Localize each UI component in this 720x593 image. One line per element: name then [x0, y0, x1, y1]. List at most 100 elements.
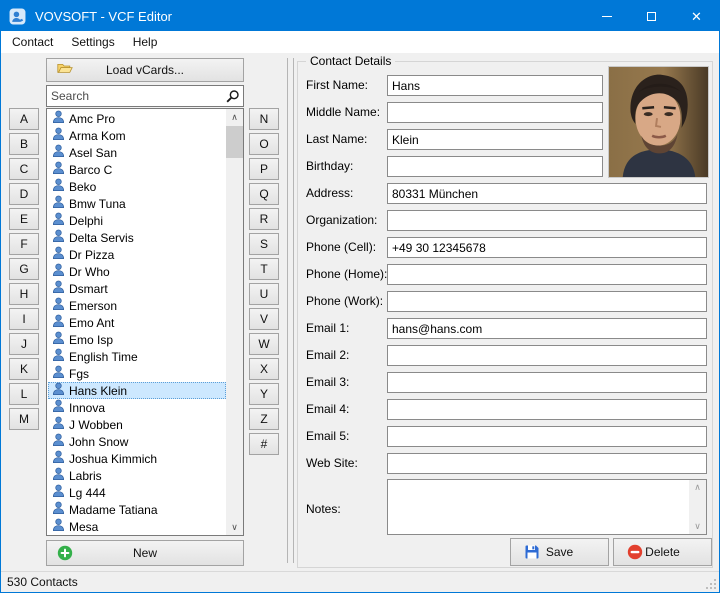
list-item-bmw-tuna[interactable]: Bmw Tuna: [48, 195, 226, 212]
list-item-dsmart[interactable]: Dsmart: [48, 280, 226, 297]
list-item-dr-who[interactable]: Dr Who: [48, 263, 226, 280]
list-item-beko[interactable]: Beko: [48, 178, 226, 195]
list-item-dr-pizza[interactable]: Dr Pizza: [48, 246, 226, 263]
phone-home-field[interactable]: [387, 264, 707, 285]
list-item-emo-ant[interactable]: Emo Ant: [48, 314, 226, 331]
menu-item-help[interactable]: Help: [124, 31, 167, 53]
list-item-barco-c[interactable]: Barco C: [48, 161, 226, 178]
scroll-up-icon[interactable]: ∧: [689, 480, 706, 495]
organization-field[interactable]: [387, 210, 707, 231]
notes-field[interactable]: [388, 480, 706, 534]
alpha-button-item[interactable]: #: [249, 433, 279, 455]
load-vcards-button[interactable]: Load vCards...: [46, 58, 244, 82]
list-item-j-wobben[interactable]: J Wobben: [48, 416, 226, 433]
list-item-innova[interactable]: Innova: [48, 399, 226, 416]
phone-work-field[interactable]: [387, 291, 707, 312]
list-item-mesa[interactable]: Mesa: [48, 518, 226, 535]
address-field[interactable]: [387, 183, 707, 204]
delete-button[interactable]: Delete: [613, 538, 712, 566]
person-icon: [52, 450, 65, 467]
alpha-button-h[interactable]: H: [9, 283, 39, 305]
menu-item-settings[interactable]: Settings: [62, 31, 123, 53]
scroll-down-icon[interactable]: ∨: [226, 519, 243, 535]
alpha-button-k[interactable]: K: [9, 358, 39, 380]
phone-cell-field[interactable]: [387, 237, 707, 258]
alpha-button-x[interactable]: X: [249, 358, 279, 380]
alpha-button-e[interactable]: E: [9, 208, 39, 230]
close-button[interactable]: ✕: [674, 1, 719, 31]
alpha-button-n[interactable]: N: [249, 108, 279, 130]
email-3-field[interactable]: [387, 372, 707, 393]
alpha-button-d[interactable]: D: [9, 183, 39, 205]
scroll-down-icon[interactable]: ∨: [689, 519, 706, 534]
alpha-button-u[interactable]: U: [249, 283, 279, 305]
alpha-button-w[interactable]: W: [249, 333, 279, 355]
person-icon: [52, 212, 65, 229]
alpha-button-r[interactable]: R: [249, 208, 279, 230]
alpha-button-q[interactable]: Q: [249, 183, 279, 205]
birthday-field[interactable]: [387, 156, 603, 177]
alpha-button-v[interactable]: V: [249, 308, 279, 330]
list-item-lg-444[interactable]: Lg 444: [48, 484, 226, 501]
list-item-delta-servis[interactable]: Delta Servis: [48, 229, 226, 246]
list-item-asel-san[interactable]: Asel San: [48, 144, 226, 161]
alpha-button-f[interactable]: F: [9, 233, 39, 255]
list-item-emo-isp[interactable]: Emo Isp: [48, 331, 226, 348]
search-input[interactable]: [47, 86, 243, 106]
list-item-joshua-kimmich[interactable]: Joshua Kimmich: [48, 450, 226, 467]
contact-name: Bmw Tuna: [69, 196, 126, 211]
email-2-field[interactable]: [387, 345, 707, 366]
save-button[interactable]: Save: [510, 538, 609, 566]
scrollbar-thumb[interactable]: [226, 126, 243, 158]
list-item-emerson[interactable]: Emerson: [48, 297, 226, 314]
email-1-field[interactable]: [387, 318, 707, 339]
alpha-button-s[interactable]: S: [249, 233, 279, 255]
web-site-field[interactable]: [387, 453, 707, 474]
delete-label: Delete: [645, 545, 680, 559]
alpha-button-z[interactable]: Z: [249, 408, 279, 430]
list-item-amc-pro[interactable]: Amc Pro: [48, 110, 226, 127]
menu-bar: Contact Settings Help: [1, 31, 719, 53]
alpha-button-b[interactable]: B: [9, 133, 39, 155]
organization-label: Organization:: [306, 213, 378, 227]
alpha-button-i[interactable]: I: [9, 308, 39, 330]
alpha-button-m[interactable]: M: [9, 408, 39, 430]
list-item-delphi[interactable]: Delphi: [48, 212, 226, 229]
email-4-field[interactable]: [387, 399, 707, 420]
alpha-button-c[interactable]: C: [9, 158, 39, 180]
alpha-button-a[interactable]: A: [9, 108, 39, 130]
new-contact-button[interactable]: New: [46, 540, 244, 566]
alpha-button-j[interactable]: J: [9, 333, 39, 355]
alpha-button-p[interactable]: P: [249, 158, 279, 180]
minimize-button[interactable]: [584, 1, 629, 31]
search-icon[interactable]: [225, 89, 240, 104]
alpha-button-o[interactable]: O: [249, 133, 279, 155]
alpha-button-y[interactable]: Y: [249, 383, 279, 405]
email-5-field[interactable]: [387, 426, 707, 447]
list-item-hans-klein[interactable]: Hans Klein: [48, 382, 226, 399]
contact-name: J Wobben: [69, 417, 123, 432]
last-name-field[interactable]: [387, 129, 603, 150]
list-item-fgs[interactable]: Fgs: [48, 365, 226, 382]
list-item-english-time[interactable]: English Time: [48, 348, 226, 365]
list-item-labris[interactable]: Labris: [48, 467, 226, 484]
panel-splitter[interactable]: [287, 58, 294, 563]
maximize-button[interactable]: [629, 1, 674, 31]
middle-name-field[interactable]: [387, 102, 603, 123]
alpha-button-t[interactable]: T: [249, 258, 279, 280]
resize-grip-icon[interactable]: [714, 587, 716, 589]
web-site-label: Web Site:: [306, 456, 358, 470]
first-name-field[interactable]: [387, 75, 603, 96]
notes-scrollbar[interactable]: ∧ ∨: [689, 480, 706, 534]
contact-list-scrollbar[interactable]: ∧ ∨: [226, 109, 243, 535]
scroll-up-icon[interactable]: ∧: [226, 109, 243, 125]
contact-name: Emo Isp: [69, 332, 114, 347]
alpha-button-g[interactable]: G: [9, 258, 39, 280]
list-item-arma-kom[interactable]: Arma Kom: [48, 127, 226, 144]
window-title: VOVSOFT - VCF Editor: [35, 8, 173, 24]
menu-item-contact[interactable]: Contact: [3, 31, 62, 53]
list-item-madame-tatiana[interactable]: Madame Tatiana: [48, 501, 226, 518]
alpha-button-l[interactable]: L: [9, 383, 39, 405]
title-bar[interactable]: VOVSOFT - VCF Editor ✕: [1, 1, 719, 31]
list-item-john-snow[interactable]: John Snow: [48, 433, 226, 450]
